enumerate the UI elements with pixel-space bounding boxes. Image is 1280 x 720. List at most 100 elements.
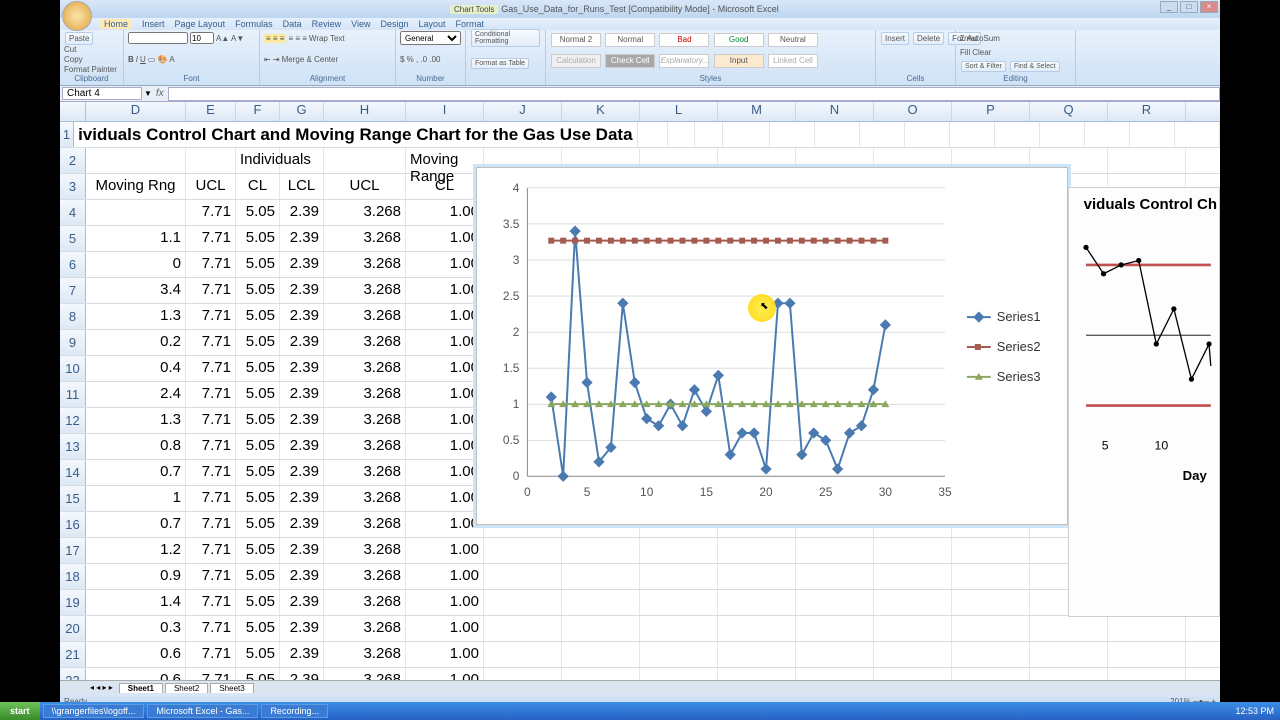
cell[interactable]: ividuals Control Chart and Moving Range … bbox=[74, 122, 637, 147]
cell[interactable]: 1.00 bbox=[406, 460, 484, 485]
cell[interactable]: 7.71 bbox=[186, 486, 236, 511]
row-header[interactable]: 18 bbox=[60, 564, 86, 589]
cell[interactable]: 0.3 bbox=[86, 616, 186, 641]
cell[interactable]: 2.39 bbox=[280, 642, 324, 667]
cell[interactable] bbox=[280, 148, 324, 173]
row-header[interactable]: 22 bbox=[60, 668, 86, 680]
cell[interactable]: 3.268 bbox=[324, 668, 406, 680]
find-select-button[interactable]: Find & Select bbox=[1010, 61, 1060, 72]
row-header[interactable]: 12 bbox=[60, 408, 86, 433]
cell[interactable] bbox=[1108, 148, 1186, 173]
cell[interactable] bbox=[874, 642, 952, 667]
row-header[interactable]: 5 bbox=[60, 226, 86, 251]
formula-bar[interactable] bbox=[168, 87, 1220, 101]
row-header[interactable]: 13 bbox=[60, 434, 86, 459]
column-header[interactable]: L bbox=[640, 102, 718, 121]
cell[interactable]: 2.39 bbox=[280, 330, 324, 355]
cell[interactable] bbox=[796, 616, 874, 641]
cell[interactable]: 3.268 bbox=[324, 538, 406, 563]
column-header[interactable]: O bbox=[874, 102, 952, 121]
conditional-formatting-button[interactable]: Conditional Formatting bbox=[471, 29, 540, 47]
cell[interactable]: 1.00 bbox=[406, 434, 484, 459]
style-input[interactable]: Input bbox=[714, 54, 764, 68]
cell[interactable]: 2.39 bbox=[280, 434, 324, 459]
cell[interactable] bbox=[640, 668, 718, 680]
cell[interactable]: 7.71 bbox=[186, 252, 236, 277]
cell[interactable]: 7.71 bbox=[186, 642, 236, 667]
cell[interactable]: 1.00 bbox=[406, 408, 484, 433]
sheet-tab[interactable]: Sheet3 bbox=[210, 683, 253, 693]
cell[interactable]: 2.39 bbox=[280, 564, 324, 589]
style-neutral[interactable]: Neutral bbox=[768, 33, 818, 47]
cell[interactable] bbox=[484, 564, 562, 589]
cell[interactable] bbox=[1108, 616, 1186, 641]
cell[interactable]: 2.4 bbox=[86, 382, 186, 407]
cell[interactable]: 1.4 bbox=[86, 590, 186, 615]
cell[interactable]: 3.268 bbox=[324, 330, 406, 355]
side-chart[interactable]: viduals Control Ch 5 10 Day bbox=[1068, 187, 1220, 617]
cell[interactable] bbox=[905, 122, 950, 147]
cell[interactable]: 1.00 bbox=[406, 304, 484, 329]
cell[interactable] bbox=[562, 564, 640, 589]
cell[interactable]: 5.05 bbox=[236, 460, 280, 485]
row-header[interactable]: 10 bbox=[60, 356, 86, 381]
cell[interactable] bbox=[860, 122, 905, 147]
cell[interactable] bbox=[952, 616, 1030, 641]
minimize-button[interactable]: _ bbox=[1160, 1, 1178, 13]
cell[interactable] bbox=[1108, 668, 1186, 680]
row-header[interactable]: 20 bbox=[60, 616, 86, 641]
cell[interactable]: 2.39 bbox=[280, 252, 324, 277]
cell[interactable]: 2.39 bbox=[280, 538, 324, 563]
cell[interactable]: 2.39 bbox=[280, 616, 324, 641]
system-tray[interactable]: 12:53 PM bbox=[1229, 706, 1280, 716]
cell[interactable] bbox=[484, 590, 562, 615]
cell[interactable]: 7.71 bbox=[186, 330, 236, 355]
style-check-cell[interactable]: Check Cell bbox=[605, 54, 655, 68]
tab-page-layout[interactable]: Page Layout bbox=[175, 19, 226, 29]
cell[interactable]: 0.7 bbox=[86, 512, 186, 537]
chart-object[interactable]: 00.511.522.533.5405101520253035Series1Se… bbox=[476, 167, 1068, 525]
cell[interactable]: 5.05 bbox=[236, 278, 280, 303]
font-size-select[interactable] bbox=[190, 32, 214, 44]
cell[interactable] bbox=[796, 538, 874, 563]
cell[interactable]: 3.268 bbox=[324, 590, 406, 615]
maximize-button[interactable]: □ bbox=[1180, 1, 1198, 13]
cell[interactable]: 1.00 bbox=[406, 564, 484, 589]
name-box[interactable] bbox=[62, 87, 142, 100]
style-normal[interactable]: Normal bbox=[605, 33, 655, 47]
cell[interactable]: 0.4 bbox=[86, 356, 186, 381]
start-button[interactable]: start bbox=[0, 702, 40, 720]
cell[interactable] bbox=[1030, 616, 1108, 641]
insert-cells-button[interactable]: Insert bbox=[881, 32, 909, 45]
cell[interactable]: 1.1 bbox=[86, 226, 186, 251]
cell[interactable]: 7.71 bbox=[186, 200, 236, 225]
cell[interactable]: 7.71 bbox=[186, 408, 236, 433]
cell[interactable]: 3.268 bbox=[324, 512, 406, 537]
cell[interactable] bbox=[562, 590, 640, 615]
select-all-corner[interactable] bbox=[60, 102, 86, 121]
cell[interactable]: 3.268 bbox=[324, 408, 406, 433]
cell[interactable]: CL bbox=[406, 174, 484, 199]
row-header[interactable]: 15 bbox=[60, 486, 86, 511]
cell[interactable]: 1.2 bbox=[86, 538, 186, 563]
cell[interactable]: 0.2 bbox=[86, 330, 186, 355]
cell[interactable] bbox=[695, 122, 722, 147]
fill-button[interactable]: Fill bbox=[960, 48, 970, 57]
cell[interactable]: 2.39 bbox=[280, 486, 324, 511]
cell[interactable]: 2.39 bbox=[280, 278, 324, 303]
cell[interactable]: 2.39 bbox=[280, 512, 324, 537]
cell[interactable] bbox=[562, 642, 640, 667]
cell[interactable]: 0.8 bbox=[86, 434, 186, 459]
column-header[interactable]: I bbox=[406, 102, 484, 121]
cell[interactable]: 7.71 bbox=[186, 668, 236, 680]
cell[interactable]: 1.00 bbox=[406, 200, 484, 225]
sheet-tab[interactable]: Sheet1 bbox=[119, 683, 163, 693]
cell[interactable] bbox=[950, 122, 995, 147]
delete-cells-button[interactable]: Delete bbox=[913, 32, 944, 45]
cell[interactable]: 5.05 bbox=[236, 226, 280, 251]
cell[interactable] bbox=[86, 200, 186, 225]
sort-filter-button[interactable]: Sort & Filter bbox=[961, 61, 1006, 72]
cell[interactable] bbox=[718, 642, 796, 667]
cell[interactable]: 1.00 bbox=[406, 668, 484, 680]
cell[interactable]: 0.9 bbox=[86, 564, 186, 589]
